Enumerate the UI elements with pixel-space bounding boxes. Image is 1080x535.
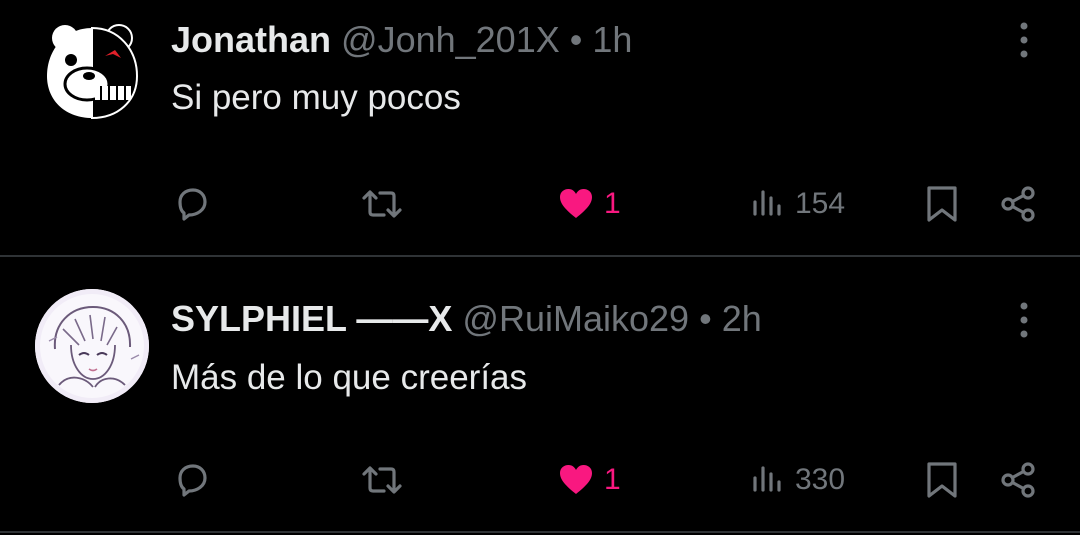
reply-icon xyxy=(178,464,207,497)
bookmark-icon xyxy=(927,462,957,498)
avatar[interactable] xyxy=(35,14,149,128)
action-bar: 1 330 xyxy=(0,455,1080,505)
display-name[interactable]: Jonathan xyxy=(171,19,331,60)
like-count: 1 xyxy=(604,187,621,220)
more-options-icon xyxy=(1020,302,1028,338)
more-options-button[interactable] xyxy=(1006,300,1042,340)
separator-dot: • xyxy=(569,19,583,60)
retweet-button[interactable] xyxy=(358,179,406,229)
more-options-icon xyxy=(1020,22,1028,58)
timestamp[interactable]: 1h xyxy=(592,19,632,60)
tweet[interactable]: SYLPHIEL ——X @RuiMaiko29 • 2h Más de lo … xyxy=(0,256,1080,532)
like-button[interactable]: 1 xyxy=(556,179,621,229)
heart-icon xyxy=(560,189,592,218)
reply-icon xyxy=(178,188,207,221)
tweet-text: Si pero muy pocos xyxy=(171,78,461,117)
handle[interactable]: @RuiMaiko29 xyxy=(462,298,689,339)
handle[interactable]: @Jonh_201X xyxy=(341,19,560,60)
views-button[interactable]: 154 xyxy=(751,179,845,229)
action-bar: 1 154 xyxy=(0,179,1080,229)
share-icon xyxy=(1001,462,1035,498)
avatar[interactable] xyxy=(35,289,149,403)
reply-button[interactable] xyxy=(172,455,212,505)
share-icon xyxy=(1001,186,1035,222)
display-name[interactable]: SYLPHIEL ——X xyxy=(171,298,452,339)
retweet-icon xyxy=(362,190,402,218)
tweet[interactable]: Jonathan @Jonh_201X • 1h Si pero muy poc… xyxy=(0,0,1080,255)
views-icon xyxy=(753,190,781,216)
timestamp[interactable]: 2h xyxy=(722,298,762,339)
tweet-text: Más de lo que creerías xyxy=(171,358,528,397)
bookmark-button[interactable] xyxy=(922,455,962,505)
like-button[interactable]: 1 xyxy=(556,455,621,505)
share-button[interactable] xyxy=(998,455,1038,505)
tweet-header: SYLPHIEL ——X @RuiMaiko29 • 2h xyxy=(171,298,762,340)
share-button[interactable] xyxy=(998,179,1038,229)
anime-sketch-avatar-icon xyxy=(35,289,149,403)
separator-dot: • xyxy=(699,298,712,339)
reply-button[interactable] xyxy=(172,179,212,229)
monokuma-bear-icon xyxy=(35,14,149,128)
view-count: 330 xyxy=(795,463,846,496)
like-count: 1 xyxy=(604,463,621,496)
retweet-icon xyxy=(362,466,402,494)
views-button[interactable]: 330 xyxy=(751,455,845,505)
retweet-button[interactable] xyxy=(358,455,406,505)
view-count: 154 xyxy=(795,187,846,220)
more-options-button[interactable] xyxy=(1006,20,1042,60)
bookmark-icon xyxy=(927,186,957,222)
divider xyxy=(0,531,1080,533)
tweet-header: Jonathan @Jonh_201X • 1h xyxy=(171,19,632,61)
views-icon xyxy=(753,466,781,492)
heart-icon xyxy=(560,465,592,494)
bookmark-button[interactable] xyxy=(922,179,962,229)
